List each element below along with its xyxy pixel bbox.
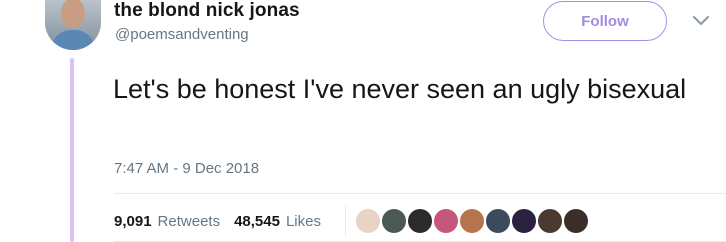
chevron-down-icon[interactable] bbox=[692, 15, 710, 27]
liker-avatar[interactable] bbox=[380, 207, 408, 235]
tweet-text: Let's be honest I've never seen an ugly … bbox=[113, 74, 687, 104]
liker-avatar[interactable] bbox=[354, 207, 382, 235]
tweet-stats: 9,091 Retweets 48,545 Likes bbox=[114, 213, 329, 230]
avatar[interactable] bbox=[45, 0, 101, 50]
likers-list bbox=[354, 207, 590, 235]
retweets-label[interactable]: Retweets bbox=[158, 213, 221, 230]
divider bbox=[114, 193, 726, 194]
likes-count[interactable]: 48,545 bbox=[234, 213, 280, 230]
liker-avatar[interactable] bbox=[458, 207, 486, 235]
likes-label[interactable]: Likes bbox=[286, 213, 321, 230]
liker-avatar[interactable] bbox=[536, 207, 564, 235]
retweets-count[interactable]: 9,091 bbox=[114, 213, 152, 230]
liker-avatar[interactable] bbox=[406, 207, 434, 235]
stats-separator bbox=[345, 205, 346, 237]
liker-avatar[interactable] bbox=[432, 207, 460, 235]
display-name[interactable]: the blond nick jonas bbox=[114, 0, 300, 22]
liker-avatar[interactable] bbox=[484, 207, 512, 235]
thread-line bbox=[70, 58, 74, 242]
liker-avatar[interactable] bbox=[510, 207, 538, 235]
follow-button[interactable]: Follow bbox=[543, 1, 667, 41]
user-handle[interactable]: @poemsandventing bbox=[115, 26, 249, 43]
liker-avatar[interactable] bbox=[562, 207, 590, 235]
tweet-timestamp[interactable]: 7:47 AM - 9 Dec 2018 bbox=[114, 160, 259, 177]
